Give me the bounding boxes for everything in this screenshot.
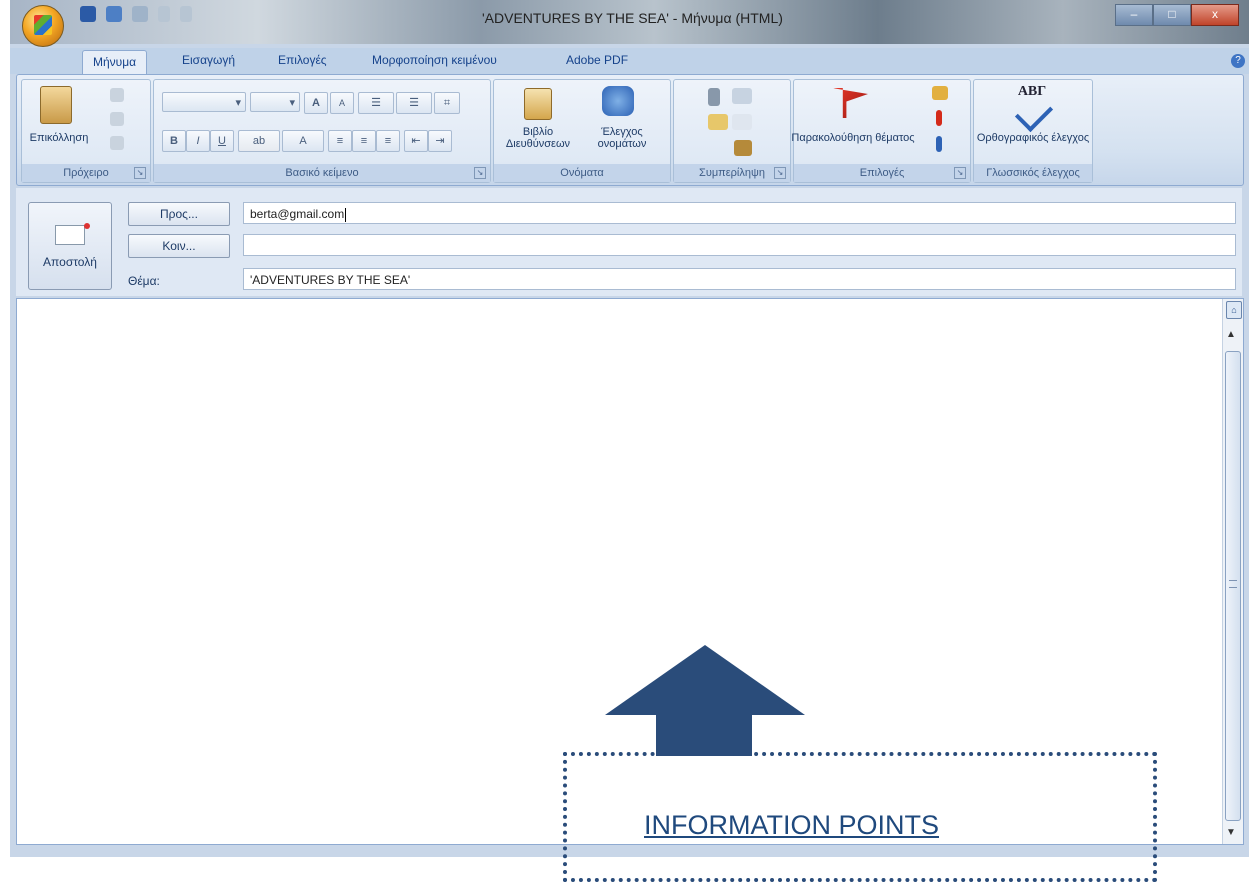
undo-icon[interactable] — [106, 6, 122, 22]
cc-field[interactable] — [243, 234, 1236, 256]
follow-up-flag-icon[interactable] — [832, 88, 868, 118]
office-button[interactable] — [22, 5, 64, 47]
next-item-icon[interactable] — [180, 6, 192, 22]
redo-icon[interactable] — [132, 6, 148, 22]
italic-button[interactable]: I — [186, 130, 210, 152]
styles-icon[interactable]: ⌗ — [434, 92, 460, 114]
office-logo-icon — [34, 15, 52, 35]
window-title: 'ADVENTURES BY THE SEA' - Μήνυμα (HTML) — [482, 10, 783, 26]
calendar-icon[interactable] — [732, 114, 752, 130]
message-header: Αποστολή Προς... Κοιν... Θέμα: berta@gma… — [16, 188, 1242, 296]
signature-icon[interactable] — [734, 140, 752, 156]
to-field[interactable]: berta@gmail.com — [243, 202, 1236, 224]
scroll-down-icon[interactable]: ▼ — [1226, 827, 1236, 838]
font-color-button[interactable]: A — [282, 130, 324, 152]
tab-insert[interactable]: Εισαγωγή — [182, 53, 235, 67]
attach-item-icon[interactable] — [732, 88, 752, 104]
clipboard-group-label: Πρόχειρο — [22, 164, 150, 182]
outlook-message-window: 'ADVENTURES BY THE SEA' - Μήνυμα (HTML) … — [10, 0, 1249, 857]
names-group: Βιβλίο Διευθύνσεων Έλεγχος ονομάτων Ονόμ… — [493, 79, 671, 183]
ruler-toggle-icon[interactable]: ⌂ — [1226, 301, 1242, 319]
bold-button[interactable]: B — [162, 130, 186, 152]
low-importance-icon[interactable] — [936, 136, 942, 152]
underline-button[interactable]: U — [210, 130, 234, 152]
basic-text-group-label: Βασικό κείμενο — [154, 164, 490, 182]
save-icon[interactable] — [80, 6, 96, 22]
scroll-grip-icon — [1229, 580, 1237, 588]
subject-field[interactable]: 'ADVENTURES BY THE SEA' — [243, 268, 1236, 290]
proofing-group: ΑΒΓ Ορθογραφικός έλεγχος Γλωσσικός έλεγχ… — [973, 79, 1093, 183]
information-points-label: INFORMATION POINTS — [644, 810, 939, 840]
send-label: Αποστολή — [43, 255, 97, 269]
vertical-scrollbar[interactable]: ⌂ ▲ ▼ — [1222, 299, 1243, 844]
tab-options[interactable]: Επιλογές — [278, 53, 327, 67]
font-name-dropdown[interactable]: ▾ — [162, 92, 246, 112]
options-group: Παρακολούθηση θέματος Επιλογές ↘ — [791, 79, 971, 183]
align-center-icon[interactable]: ≡ — [352, 130, 376, 152]
check-names-label: Έλεγχος ονομάτων — [597, 126, 647, 150]
pointer-arrow-shaft — [656, 714, 752, 756]
paste-label: Επικόλληση — [29, 132, 89, 144]
close-button[interactable]: x — [1191, 4, 1239, 26]
help-icon[interactable]: ? — [1231, 54, 1245, 68]
format-painter-icon[interactable] — [110, 136, 124, 150]
maximize-button[interactable]: □ — [1153, 4, 1191, 26]
send-envelope-icon — [55, 223, 90, 245]
cc-button[interactable]: Κοιν... — [128, 234, 230, 258]
include-group-label: Συμπερίληψη — [674, 164, 790, 182]
tab-message[interactable]: Μήνυμα — [82, 50, 148, 75]
minimize-button[interactable]: – — [1115, 4, 1153, 26]
check-names-icon[interactable] — [602, 86, 634, 116]
options-launcher-icon[interactable]: ↘ — [954, 167, 966, 179]
to-button[interactable]: Προς... — [128, 202, 230, 226]
ribbon-tabs: Μήνυμα Εισαγωγή Επιλογές Μορφοποίηση κει… — [10, 48, 1249, 75]
align-left-icon[interactable]: ≡ — [328, 130, 352, 152]
window-controls: – □ x — [1115, 4, 1239, 26]
shrink-font-button[interactable]: A — [330, 92, 354, 114]
ribbon: Επικόλληση Πρόχειρο ↘ ▾ ▾ A A ☰ ☰ ⌗ B I … — [16, 74, 1244, 186]
subject-label: Θέμα: — [128, 274, 160, 288]
decrease-indent-icon[interactable]: ⇤ — [404, 130, 428, 152]
increase-indent-icon[interactable]: ⇥ — [428, 130, 452, 152]
numbering-icon[interactable]: ☰ — [396, 92, 432, 114]
categorize-icon[interactable] — [932, 86, 948, 100]
tab-adobe-pdf[interactable]: Adobe PDF — [566, 53, 628, 67]
high-importance-icon[interactable] — [936, 110, 942, 126]
basic-text-launcher-icon[interactable]: ↘ — [474, 167, 486, 179]
scroll-up-icon[interactable]: ▲ — [1226, 329, 1236, 340]
quick-access-toolbar — [80, 6, 192, 22]
highlight-icon[interactable]: ab — [238, 130, 280, 152]
include-launcher-icon[interactable]: ↘ — [774, 167, 786, 179]
business-card-icon[interactable] — [708, 114, 728, 130]
spelling-label: Ορθογραφικός έλεγχος — [976, 132, 1090, 144]
to-value: berta@gmail.com — [250, 207, 345, 221]
tab-format-text[interactable]: Μορφοποίηση κειμένου — [372, 53, 497, 67]
address-book-label: Βιβλίο Διευθύνσεων — [505, 126, 571, 150]
previous-item-icon[interactable] — [158, 6, 170, 22]
grow-font-button[interactable]: A — [304, 92, 328, 114]
text-caret — [345, 207, 347, 222]
names-group-label: Ονόματα — [494, 164, 670, 182]
address-book-icon[interactable] — [524, 88, 552, 120]
copy-icon[interactable] — [110, 112, 124, 126]
bullets-icon[interactable]: ☰ — [358, 92, 394, 114]
cut-icon[interactable] — [110, 88, 124, 102]
basic-text-group: ▾ ▾ A A ☰ ☰ ⌗ B I U ab A ≡ ≡ ≡ ⇤ ⇥ Βασικ… — [153, 79, 491, 183]
font-size-dropdown[interactable]: ▾ — [250, 92, 300, 112]
follow-up-label: Παρακολούθηση θέματος — [791, 132, 915, 144]
proofing-group-label: Γλωσσικός έλεγχος — [974, 164, 1092, 182]
scroll-thumb[interactable] — [1225, 351, 1241, 821]
attach-file-icon[interactable] — [708, 88, 720, 106]
paste-icon[interactable] — [40, 86, 72, 124]
title-bar: 'ADVENTURES BY THE SEA' - Μήνυμα (HTML) … — [10, 0, 1249, 47]
send-button[interactable]: Αποστολή — [28, 202, 112, 290]
clipboard-group: Επικόλληση Πρόχειρο ↘ — [21, 79, 151, 183]
align-right-icon[interactable]: ≡ — [376, 130, 400, 152]
options-group-label: Επιλογές — [794, 164, 970, 182]
include-group: Συμπερίληψη ↘ — [673, 79, 791, 183]
clipboard-launcher-icon[interactable]: ↘ — [134, 167, 146, 179]
pointer-arrow-head-icon — [605, 645, 805, 715]
